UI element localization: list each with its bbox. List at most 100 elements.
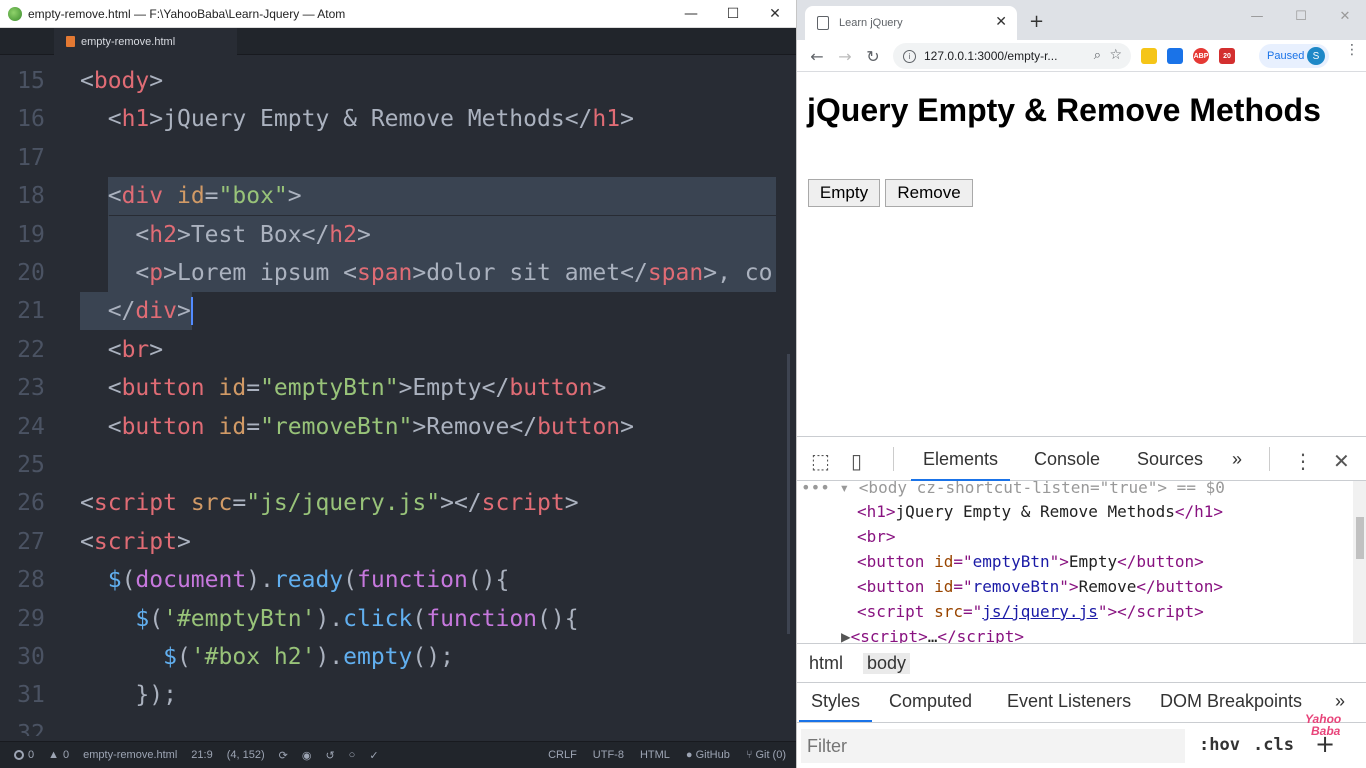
tab-elements[interactable]: Elements	[910, 449, 1011, 481]
line-number[interactable]: 19	[0, 221, 62, 249]
remove-button[interactable]: Remove	[885, 179, 973, 207]
tab-close-icon[interactable]: ✕	[995, 14, 1007, 30]
error-count[interactable]: 0	[14, 749, 34, 761]
dom-node-h1[interactable]: <h1>jQuery Empty & Remove Methods</h1>	[857, 499, 1223, 524]
dom-node-script-inline[interactable]: ▶<script>…</script>	[841, 624, 1024, 643]
adblock-plus-icon[interactable]: ABP	[1193, 48, 1209, 64]
code-editor[interactable]: 15 <body> 16 <h1>jQuery Empty & Remove Met…	[0, 64, 796, 736]
tab-styles[interactable]: Styles	[798, 691, 873, 722]
check-icon[interactable]: ✓	[369, 749, 378, 762]
code-line[interactable]: 18 <div id="box">	[0, 177, 786, 216]
code-line[interactable]: 32	[0, 715, 786, 736]
pagerank-extension-icon[interactable]: 20	[1219, 48, 1235, 64]
code-line[interactable]: 27 <script>	[0, 523, 786, 561]
code-line[interactable]: 23 <button id="emptyBtn">Empty</button>	[0, 369, 786, 407]
line-number[interactable]: 31	[0, 681, 62, 709]
package-icon[interactable]: ◉	[302, 749, 312, 762]
line-number[interactable]: 26	[0, 489, 62, 517]
dom-node-empty-button[interactable]: <button id="emptyBtn">Empty</button>	[857, 549, 1204, 574]
line-number[interactable]: 21	[0, 297, 62, 325]
line-number[interactable]: 22	[0, 336, 62, 364]
tab-event-listeners[interactable]: Event Listeners	[1007, 691, 1131, 712]
code-line[interactable]: 19 <h2>Test Box</h2>	[0, 215, 786, 254]
reload-icon[interactable]: ↻	[861, 44, 885, 68]
sync-icon[interactable]: ⟳	[279, 749, 288, 762]
crumb-html[interactable]: html	[805, 653, 847, 674]
minimize-button[interactable]: —	[1235, 0, 1279, 32]
extension-icon[interactable]	[1167, 48, 1183, 64]
code-line[interactable]: 15 <body>	[0, 64, 786, 100]
line-number[interactable]: 28	[0, 566, 62, 594]
more-tabs-icon[interactable]: »	[1232, 449, 1242, 470]
code-line[interactable]: 21 </div>	[0, 292, 786, 331]
grammar[interactable]: HTML	[640, 749, 670, 761]
line-number[interactable]: 29	[0, 605, 62, 633]
close-button[interactable]: ✕	[754, 0, 796, 28]
inspect-element-icon[interactable]: ⬚	[811, 449, 830, 473]
github-button[interactable]: ● GitHub	[686, 749, 730, 761]
line-number[interactable]: 23	[0, 374, 62, 402]
crumb-body[interactable]: body	[863, 653, 911, 674]
code-line[interactable]: 17	[0, 139, 786, 177]
tab-dom-breakpoints[interactable]: DOM Breakpoints	[1160, 691, 1302, 712]
back-arrow-icon[interactable]: ←	[805, 44, 829, 68]
code-line[interactable]: 24 <button id="removeBtn">Remove</button…	[0, 408, 786, 446]
tab-computed[interactable]: Computed	[889, 691, 972, 712]
cls-button[interactable]: .cls	[1253, 735, 1294, 755]
tab-console[interactable]: Console	[1034, 449, 1100, 470]
dom-tree-scrollbar[interactable]	[1353, 481, 1366, 643]
line-number[interactable]: 20	[0, 259, 62, 287]
dom-selected-body[interactable]: ••• ▾ <body cz-shortcut-listen="true"> =…	[801, 481, 1225, 500]
profile-button[interactable]: Paused S	[1259, 44, 1329, 68]
code-line[interactable]: 30 $('#box h2').empty();	[0, 638, 786, 676]
devtools-menu-icon[interactable]: ⋮	[1293, 449, 1313, 473]
forward-arrow-icon[interactable]: →	[833, 44, 857, 68]
bookmark-star-icon[interactable]: ☆	[1109, 47, 1122, 63]
hov-button[interactable]: :hov	[1199, 735, 1240, 755]
scrollbar-thumb[interactable]	[1356, 517, 1364, 559]
device-toolbar-icon[interactable]: ▯	[851, 449, 862, 473]
cursor-position[interactable]: 21:9	[191, 749, 212, 761]
git-button[interactable]: ⑂ Git (0)	[746, 749, 786, 761]
line-number[interactable]: 15	[0, 67, 62, 95]
line-number[interactable]: 25	[0, 451, 62, 479]
code-line[interactable]: 22 <br>	[0, 331, 786, 369]
code-line[interactable]: 25	[0, 446, 786, 484]
styles-filter-input[interactable]	[801, 729, 1185, 763]
line-number[interactable]: 32	[0, 720, 62, 736]
dom-tree[interactable]: ••• ▾ <body cz-shortcut-listen="true"> =…	[797, 481, 1353, 643]
zoom-icon[interactable]: ⌕	[1094, 48, 1101, 63]
close-button[interactable]: ✕	[1323, 0, 1366, 32]
code-line[interactable]: 16 <h1>jQuery Empty & Remove Methods</h1…	[0, 100, 786, 138]
status-file-name[interactable]: empty-remove.html	[83, 749, 177, 761]
line-number[interactable]: 27	[0, 528, 62, 556]
line-number[interactable]: 24	[0, 413, 62, 441]
empty-button[interactable]: Empty	[808, 179, 880, 207]
dom-node-br[interactable]: <br>	[857, 524, 896, 549]
history-icon[interactable]: ↺	[325, 749, 334, 762]
devtools-close-icon[interactable]: ✕	[1333, 449, 1350, 473]
browser-tab[interactable]: Learn jQuery ✕	[805, 6, 1017, 40]
dom-node-remove-button[interactable]: <button id="removeBtn">Remove</button>	[857, 574, 1223, 599]
editor-scrollbar[interactable]	[787, 354, 790, 634]
line-number[interactable]: 18	[0, 182, 62, 210]
maximize-button[interactable]: ☐	[712, 0, 754, 28]
address-bar[interactable]: i 127.0.0.1:3000/empty-r... ⌕ ☆	[893, 43, 1131, 69]
line-number[interactable]: 17	[0, 144, 62, 172]
encoding[interactable]: UTF-8	[593, 749, 624, 761]
dom-node-script-src[interactable]: <script src="js/jquery.js"></script>	[857, 599, 1204, 624]
maximize-button[interactable]: ☐	[1279, 0, 1323, 32]
more-tabs-icon[interactable]: »	[1335, 691, 1345, 712]
code-line[interactable]: 29 $('#emptyBtn').click(function(){	[0, 600, 786, 638]
line-number[interactable]: 30	[0, 643, 62, 671]
new-tab-button[interactable]: +	[1029, 11, 1044, 32]
tab-empty-remove-html[interactable]: empty-remove.html	[54, 28, 237, 55]
line-number[interactable]: 16	[0, 105, 62, 133]
code-line[interactable]: 26 <script src="js/jquery.js"></script>	[0, 484, 786, 522]
code-line[interactable]: 20 <p>Lorem ipsum <span>dolor sit amet</…	[0, 254, 786, 292]
code-line[interactable]: 31 });	[0, 676, 786, 714]
color-picker-extension-icon[interactable]	[1141, 48, 1157, 64]
tab-sources[interactable]: Sources	[1137, 449, 1203, 470]
code-line[interactable]: 28 $(document).ready(function(){	[0, 561, 786, 599]
chrome-menu-icon[interactable]: ⋮	[1345, 43, 1359, 57]
